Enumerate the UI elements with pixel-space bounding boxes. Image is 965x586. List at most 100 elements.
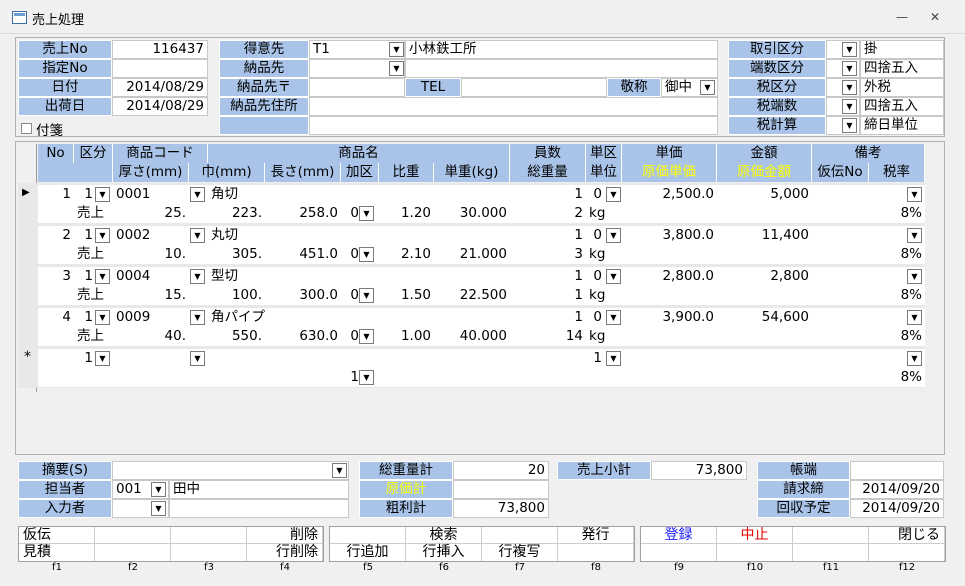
- dropdown-icon[interactable]: ▼: [359, 370, 374, 385]
- row-quantity[interactable]: 1: [510, 267, 586, 286]
- row-cost-unit-price[interactable]: [622, 327, 717, 346]
- dropdown-icon[interactable]: ▼: [907, 351, 922, 366]
- delivery-zip-field[interactable]: [309, 78, 405, 97]
- row-provisional-no[interactable]: [812, 327, 869, 346]
- summary-dropdown-icon[interactable]: ▼: [332, 463, 347, 478]
- row-cost-unit-price[interactable]: [622, 368, 717, 387]
- fkey-11-top-button[interactable]: [793, 527, 869, 544]
- row-unit-weight[interactable]: 30.000: [434, 204, 510, 223]
- row-width[interactable]: 100.: [189, 286, 265, 305]
- row-unit-price[interactable]: 2,500.0: [622, 185, 717, 204]
- row-tax-rate[interactable]: 8%: [869, 245, 925, 264]
- date-field[interactable]: 2014/08/29: [112, 78, 208, 97]
- row-quantity[interactable]: 1: [510, 226, 586, 245]
- row-unit-price[interactable]: 3,800.0: [622, 226, 717, 245]
- collection-field[interactable]: 2014/09/20: [850, 499, 944, 518]
- dropdown-icon[interactable]: ▼: [606, 351, 621, 366]
- trade-type-dropdown-icon[interactable]: ▼: [842, 42, 857, 57]
- fkey-4-top-button[interactable]: 削除: [247, 527, 323, 544]
- row-product-name[interactable]: 丸切: [208, 226, 510, 245]
- tag-checkbox[interactable]: [21, 123, 32, 134]
- tax-rounding-dropdown-icon[interactable]: ▼: [842, 99, 857, 114]
- sales-no-field[interactable]: 116437: [112, 40, 208, 59]
- row-quantity[interactable]: 1: [510, 185, 586, 204]
- customer-dropdown-icon[interactable]: ▼: [389, 42, 404, 57]
- row-product-name[interactable]: 角切: [208, 185, 510, 204]
- row-width[interactable]: [189, 368, 265, 387]
- honorific-dropdown-icon[interactable]: ▼: [700, 80, 715, 95]
- delivery-address-field-1[interactable]: [309, 97, 718, 116]
- tax-type-dropdown-icon[interactable]: ▼: [842, 80, 857, 95]
- dropdown-icon[interactable]: ▼: [606, 269, 621, 284]
- dropdown-icon[interactable]: ▼: [95, 351, 110, 366]
- fkey-12-bottom-button[interactable]: [869, 544, 945, 561]
- fkey-3-bottom-button[interactable]: [171, 544, 247, 561]
- row-product-name[interactable]: 角パイプ: [208, 308, 510, 327]
- fkey-9-top-button[interactable]: 登録: [641, 527, 717, 544]
- staff-dropdown-icon[interactable]: ▼: [151, 482, 166, 497]
- dropdown-icon[interactable]: ▼: [190, 228, 205, 243]
- delivery-name-field[interactable]: [405, 59, 718, 78]
- row-tax-rate[interactable]: 8%: [869, 327, 925, 346]
- summary-field[interactable]: [112, 461, 349, 480]
- delivery-dropdown-icon[interactable]: ▼: [389, 61, 404, 76]
- dropdown-icon[interactable]: ▼: [190, 310, 205, 325]
- delivery-address-field-2[interactable]: [309, 116, 718, 135]
- fkey-8-bottom-button[interactable]: [558, 544, 634, 561]
- row-thickness[interactable]: 25.: [113, 204, 189, 223]
- row-quantity[interactable]: [510, 349, 586, 368]
- row-gravity[interactable]: 1.50: [379, 286, 434, 305]
- dropdown-icon[interactable]: ▼: [606, 228, 621, 243]
- row-unit-weight[interactable]: 40.000: [434, 327, 510, 346]
- fkey-3-top-button[interactable]: [171, 527, 247, 544]
- row-cost-unit-price[interactable]: [622, 204, 717, 223]
- row-cost-unit-price[interactable]: [622, 245, 717, 264]
- fkey-4-bottom-button[interactable]: 行削除: [247, 544, 323, 561]
- row-gravity[interactable]: 1.00: [379, 327, 434, 346]
- row-provisional-no[interactable]: [812, 368, 869, 387]
- row-tax-rate[interactable]: 8%: [869, 286, 925, 305]
- dropdown-icon[interactable]: ▼: [359, 329, 374, 344]
- fkey-7-bottom-button[interactable]: 行複写: [482, 544, 558, 561]
- dropdown-icon[interactable]: ▼: [190, 351, 205, 366]
- row-tax-rate[interactable]: 8%: [869, 368, 925, 387]
- customer-name-field[interactable]: 小林鉄工所: [405, 40, 718, 59]
- row-gravity[interactable]: 2.10: [379, 245, 434, 264]
- row-provisional-no[interactable]: [812, 286, 869, 305]
- fkey-2-bottom-button[interactable]: [95, 544, 171, 561]
- row-tax-rate[interactable]: 8%: [869, 204, 925, 223]
- row-length[interactable]: 630.0: [265, 327, 341, 346]
- dropdown-icon[interactable]: ▼: [190, 269, 205, 284]
- minimize-button[interactable]: —: [896, 10, 908, 24]
- row-gravity[interactable]: 1.20: [379, 204, 434, 223]
- fkey-1-top-button[interactable]: 仮伝: [19, 527, 95, 544]
- row-cost-unit-price[interactable]: [622, 286, 717, 305]
- row-quantity[interactable]: 1: [510, 308, 586, 327]
- dropdown-icon[interactable]: ▼: [606, 310, 621, 325]
- fkey-5-bottom-button[interactable]: 行追加: [330, 544, 406, 561]
- fkey-11-bottom-button[interactable]: [793, 544, 869, 561]
- row-length[interactable]: 258.0: [265, 204, 341, 223]
- row-unit-weight[interactable]: [434, 368, 510, 387]
- row-unit-price[interactable]: [622, 349, 717, 368]
- row-length[interactable]: 451.0: [265, 245, 341, 264]
- row-thickness[interactable]: 15.: [113, 286, 189, 305]
- ship-date-field[interactable]: 2014/08/29: [112, 97, 208, 116]
- designated-no-field[interactable]: [112, 59, 208, 78]
- row-gravity[interactable]: [379, 368, 434, 387]
- row-width[interactable]: 223.: [189, 204, 265, 223]
- dropdown-icon[interactable]: ▼: [95, 269, 110, 284]
- dropdown-icon[interactable]: ▼: [606, 187, 621, 202]
- dropdown-icon[interactable]: ▼: [907, 187, 922, 202]
- fkey-9-bottom-button[interactable]: [641, 544, 717, 561]
- dropdown-icon[interactable]: ▼: [907, 269, 922, 284]
- dropdown-icon[interactable]: ▼: [95, 187, 110, 202]
- dropdown-icon[interactable]: ▼: [907, 310, 922, 325]
- row-unit-weight[interactable]: 22.500: [434, 286, 510, 305]
- row-length[interactable]: [265, 368, 341, 387]
- fkey-5-top-button[interactable]: [330, 527, 406, 544]
- row-unit-price[interactable]: 2,800.0: [622, 267, 717, 286]
- row-thickness[interactable]: [113, 368, 189, 387]
- row-provisional-no[interactable]: [812, 245, 869, 264]
- fkey-7-top-button[interactable]: [482, 527, 558, 544]
